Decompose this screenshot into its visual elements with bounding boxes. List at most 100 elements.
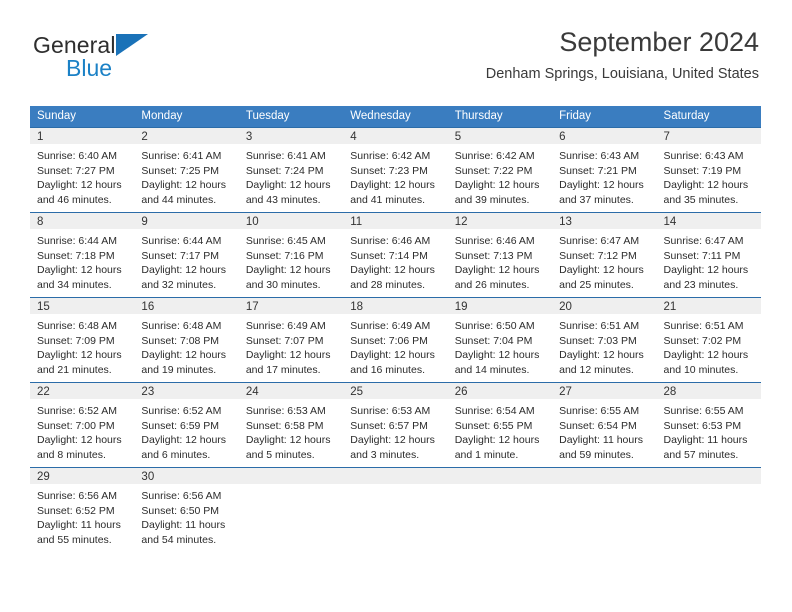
- day-cell[interactable]: 6 Sunrise: 6:43 AM Sunset: 7:21 PM Dayli…: [552, 126, 657, 213]
- day-number: [447, 467, 553, 484]
- daylight-text-line2: and 25 minutes.: [559, 279, 634, 292]
- day-cell[interactable]: 16 Sunrise: 6:48 AM Sunset: 7:08 PM Dayl…: [134, 296, 239, 383]
- calendar-body: 1 Sunrise: 6:40 AM Sunset: 7:27 PM Dayli…: [30, 126, 761, 552]
- day-cell[interactable]: 24 Sunrise: 6:53 AM Sunset: 6:58 PM Dayl…: [238, 381, 344, 468]
- day-cell[interactable]: 12 Sunrise: 6:46 AM Sunset: 7:13 PM Dayl…: [447, 211, 553, 298]
- sunrise-text: Sunrise: 6:48 AM: [141, 319, 222, 332]
- day-number: 7: [656, 127, 761, 144]
- day-cell[interactable]: 1 Sunrise: 6:40 AM Sunset: 7:27 PM Dayli…: [30, 126, 135, 213]
- day-cell[interactable]: 10 Sunrise: 6:45 AM Sunset: 7:16 PM Dayl…: [238, 211, 344, 298]
- sunrise-text: Sunrise: 6:51 AM: [663, 319, 744, 332]
- daylight-text-line2: and 55 minutes.: [37, 534, 112, 547]
- day-number: 4: [343, 127, 448, 144]
- weekday-header-thursday: Thursday: [447, 106, 553, 128]
- day-cell[interactable]: 23 Sunrise: 6:52 AM Sunset: 6:59 PM Dayl…: [134, 381, 239, 468]
- day-number: 12: [447, 212, 553, 229]
- empty-day-cell: [343, 466, 448, 552]
- day-cell[interactable]: 14 Sunrise: 6:47 AM Sunset: 7:11 PM Dayl…: [656, 211, 761, 298]
- day-cell[interactable]: 20 Sunrise: 6:51 AM Sunset: 7:03 PM Dayl…: [552, 296, 657, 383]
- calendar-page: General Blue September 2024 Denham Sprin…: [0, 0, 792, 612]
- weekday-header-friday: Friday: [552, 106, 657, 128]
- day-cell[interactable]: 4 Sunrise: 6:42 AM Sunset: 7:23 PM Dayli…: [343, 126, 448, 213]
- day-cell[interactable]: 25 Sunrise: 6:53 AM Sunset: 6:57 PM Dayl…: [343, 381, 448, 468]
- day-cell[interactable]: 28 Sunrise: 6:55 AM Sunset: 6:53 PM Dayl…: [656, 381, 761, 468]
- calendar-week-row: 29 Sunrise: 6:56 AM Sunset: 6:52 PM Dayl…: [30, 466, 761, 552]
- weekday-header-tuesday: Tuesday: [238, 106, 344, 128]
- title-block: September 2024 Denham Springs, Louisiana…: [486, 27, 759, 83]
- sunrise-text: Sunrise: 6:51 AM: [559, 319, 640, 332]
- day-number: [656, 467, 761, 484]
- day-cell[interactable]: 13 Sunrise: 6:47 AM Sunset: 7:12 PM Dayl…: [552, 211, 657, 298]
- day-cell[interactable]: 15 Sunrise: 6:48 AM Sunset: 7:09 PM Dayl…: [30, 296, 135, 383]
- daylight-text-line1: Daylight: 12 hours: [663, 264, 749, 277]
- daylight-text-line2: and 12 minutes.: [559, 364, 634, 377]
- day-number: 27: [552, 382, 657, 399]
- sunset-text: Sunset: 7:19 PM: [663, 164, 742, 177]
- daylight-text-line2: and 5 minutes.: [245, 449, 315, 462]
- logo-primary-text: General: [33, 32, 116, 58]
- day-cell[interactable]: 8 Sunrise: 6:44 AM Sunset: 7:18 PM Dayli…: [30, 211, 135, 298]
- sunset-text: Sunset: 7:25 PM: [141, 164, 220, 177]
- day-cell[interactable]: 21 Sunrise: 6:51 AM Sunset: 7:02 PM Dayl…: [656, 296, 761, 383]
- daylight-text-line1: Daylight: 12 hours: [454, 179, 540, 192]
- daylight-text-line2: and 10 minutes.: [663, 364, 739, 377]
- day-cell[interactable]: 26 Sunrise: 6:54 AM Sunset: 6:55 PM Dayl…: [447, 381, 553, 468]
- daylight-text-line2: and 8 minutes.: [37, 449, 106, 462]
- day-cell[interactable]: 7 Sunrise: 6:43 AM Sunset: 7:19 PM Dayli…: [656, 126, 761, 213]
- sunset-text: Sunset: 7:12 PM: [559, 249, 637, 262]
- daylight-text-line2: and 37 minutes.: [559, 194, 634, 207]
- day-number: 16: [134, 297, 239, 314]
- page-header: General Blue September 2024 Denham Sprin…: [33, 27, 759, 98]
- day-cell[interactable]: 27 Sunrise: 6:55 AM Sunset: 6:54 PM Dayl…: [552, 381, 657, 468]
- daylight-text-line1: Daylight: 12 hours: [663, 349, 749, 362]
- sunset-text: Sunset: 7:07 PM: [245, 334, 324, 347]
- daylight-text-line1: Daylight: 12 hours: [141, 179, 227, 192]
- day-cell[interactable]: 2 Sunrise: 6:41 AM Sunset: 7:25 PM Dayli…: [134, 126, 239, 213]
- daylight-text-line1: Daylight: 12 hours: [37, 179, 122, 192]
- day-cell[interactable]: 11 Sunrise: 6:46 AM Sunset: 7:14 PM Dayl…: [343, 211, 448, 298]
- sunset-text: Sunset: 6:58 PM: [245, 419, 324, 432]
- sunrise-text: Sunrise: 6:44 AM: [141, 234, 222, 247]
- sunrise-text: Sunrise: 6:54 AM: [454, 404, 535, 417]
- daylight-text-line2: and 30 minutes.: [245, 279, 321, 292]
- daylight-text-line2: and 41 minutes.: [350, 194, 425, 207]
- sunset-text: Sunset: 7:16 PM: [245, 249, 324, 262]
- day-cell[interactable]: 5 Sunrise: 6:42 AM Sunset: 7:22 PM Dayli…: [447, 126, 553, 213]
- sunset-text: Sunset: 7:22 PM: [454, 164, 533, 177]
- daylight-text-line2: and 57 minutes.: [663, 449, 739, 462]
- sunset-text: Sunset: 6:52 PM: [37, 504, 115, 517]
- sunset-text: Sunset: 6:53 PM: [663, 419, 742, 432]
- day-cell[interactable]: 18 Sunrise: 6:49 AM Sunset: 7:06 PM Dayl…: [343, 296, 448, 383]
- day-cell[interactable]: 22 Sunrise: 6:52 AM Sunset: 7:00 PM Dayl…: [30, 381, 135, 468]
- day-cell[interactable]: 9 Sunrise: 6:44 AM Sunset: 7:17 PM Dayli…: [134, 211, 239, 298]
- daylight-text-line2: and 21 minutes.: [37, 364, 112, 377]
- day-cell[interactable]: 29 Sunrise: 6:56 AM Sunset: 6:52 PM Dayl…: [30, 466, 135, 552]
- daylight-text-line2: and 3 minutes.: [350, 449, 420, 462]
- day-cell[interactable]: 19 Sunrise: 6:50 AM Sunset: 7:04 PM Dayl…: [447, 296, 553, 383]
- day-number: 29: [30, 467, 135, 484]
- day-cell[interactable]: 17 Sunrise: 6:49 AM Sunset: 7:07 PM Dayl…: [238, 296, 344, 383]
- daylight-text-line1: Daylight: 11 hours: [663, 434, 748, 447]
- sunset-text: Sunset: 7:14 PM: [350, 249, 428, 262]
- daylight-text-line2: and 26 minutes.: [454, 279, 530, 292]
- weekday-header-wednesday: Wednesday: [343, 106, 448, 128]
- sunset-text: Sunset: 7:11 PM: [663, 249, 741, 262]
- day-number: 18: [343, 297, 448, 314]
- sunrise-text: Sunrise: 6:44 AM: [37, 234, 117, 247]
- daylight-text-line1: Daylight: 12 hours: [37, 264, 122, 277]
- sunset-text: Sunset: 7:18 PM: [37, 249, 115, 262]
- sunset-text: Sunset: 7:03 PM: [559, 334, 637, 347]
- daylight-text-line1: Daylight: 12 hours: [245, 434, 331, 447]
- day-cell[interactable]: 3 Sunrise: 6:41 AM Sunset: 7:24 PM Dayli…: [238, 126, 344, 213]
- sunrise-text: Sunrise: 6:45 AM: [245, 234, 326, 247]
- day-cell[interactable]: 30 Sunrise: 6:56 AM Sunset: 6:50 PM Dayl…: [134, 466, 239, 552]
- sunrise-text: Sunrise: 6:56 AM: [37, 489, 117, 502]
- day-number: 21: [656, 297, 761, 314]
- daylight-text-line1: Daylight: 12 hours: [350, 434, 435, 447]
- daylight-text-line1: Daylight: 11 hours: [141, 519, 226, 532]
- sunset-text: Sunset: 6:55 PM: [454, 419, 533, 432]
- daylight-text-line2: and 6 minutes.: [141, 449, 211, 462]
- sunrise-text: Sunrise: 6:50 AM: [454, 319, 535, 332]
- sunrise-text: Sunrise: 6:43 AM: [663, 149, 744, 162]
- sunrise-text: Sunrise: 6:41 AM: [245, 149, 326, 162]
